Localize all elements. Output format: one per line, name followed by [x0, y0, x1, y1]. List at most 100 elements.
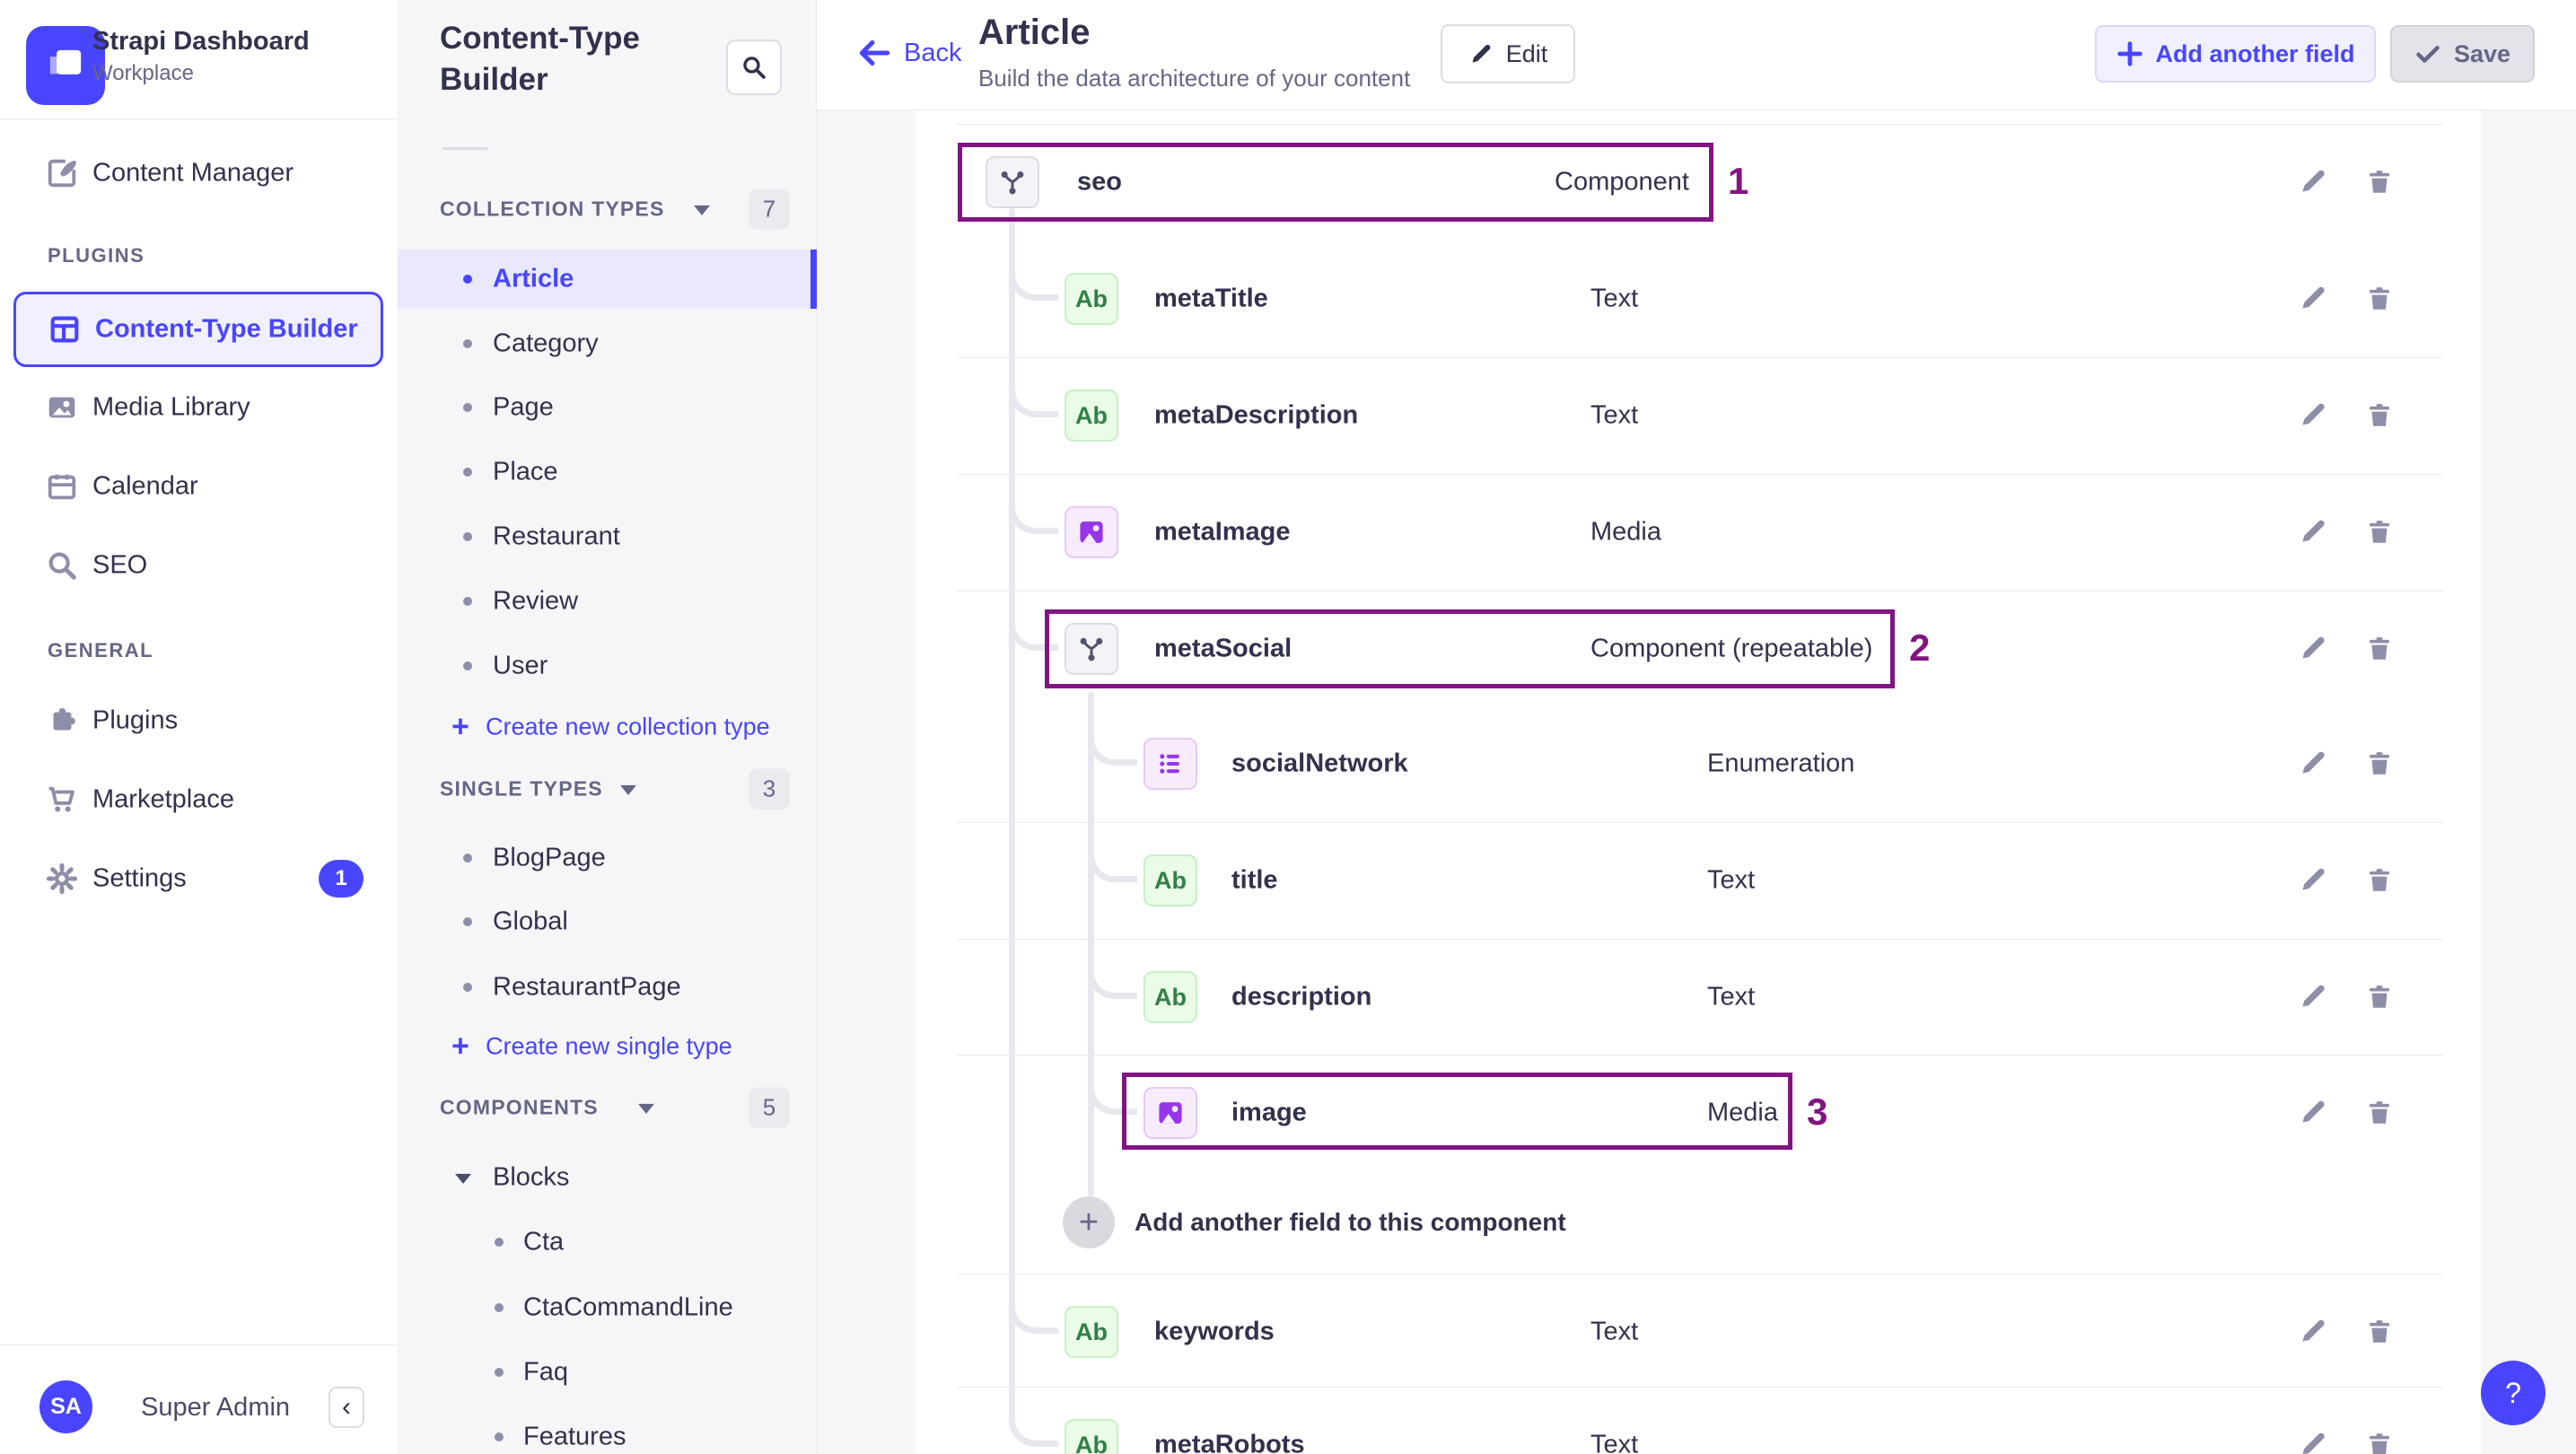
- divider: [442, 147, 487, 150]
- back-link[interactable]: Back: [855, 34, 961, 72]
- edit-field-button[interactable]: [2298, 166, 2330, 198]
- edit-field-button[interactable]: [2298, 399, 2330, 432]
- help-button[interactable]: ?: [2481, 1361, 2545, 1425]
- subnav-item-page[interactable]: Page: [398, 378, 817, 437]
- delete-field-button[interactable]: [2364, 1097, 2396, 1129]
- subnav-item-user[interactable]: User: [398, 636, 817, 696]
- sidebar-item-label: Settings: [92, 863, 187, 893]
- pencil-icon: [2302, 636, 2325, 659]
- delete-field-button[interactable]: [2364, 516, 2396, 548]
- text-field-icon: Ab: [1065, 273, 1118, 325]
- collection-types-header[interactable]: COLLECTION TYPES 7: [398, 180, 817, 239]
- field-name: description: [1231, 982, 1372, 1012]
- edit-field-button[interactable]: [2298, 516, 2330, 548]
- edit-button[interactable]: Edit: [1441, 24, 1575, 83]
- bullet-icon: [495, 1432, 504, 1441]
- sidebar-item-plugins[interactable]: Plugins: [0, 688, 398, 753]
- edit-field-button[interactable]: [2298, 283, 2330, 315]
- pencil-icon: [2302, 751, 2325, 774]
- user-name: Super Admin: [141, 1393, 291, 1422]
- bullet-icon: [463, 532, 472, 541]
- delete-field-button[interactable]: [2364, 399, 2396, 432]
- trash-icon: [2369, 869, 2390, 891]
- layout-grid-icon: [48, 312, 82, 346]
- trash-icon: [2369, 1101, 2390, 1124]
- delete-field-button[interactable]: [2364, 1429, 2396, 1454]
- fields-list-card: seo Component Ab metaTitle Text Ab metaD…: [916, 110, 2481, 1454]
- pencil-icon: [2302, 1100, 2325, 1123]
- field-name: socialNetwork: [1231, 749, 1408, 778]
- field-name: metaDescription: [1154, 400, 1359, 430]
- subnav-item-ctacommandline[interactable]: CtaCommandLine: [398, 1278, 817, 1337]
- field-name: metaTitle: [1154, 284, 1268, 313]
- avatar[interactable]: SA: [39, 1380, 92, 1433]
- sidebar-item-calendar[interactable]: Calendar: [0, 454, 398, 519]
- sidebar-item-content-type-builder[interactable]: Content-Type Builder: [13, 292, 383, 367]
- save-button[interactable]: Save: [2390, 25, 2535, 83]
- edit-field-button[interactable]: [2298, 748, 2330, 780]
- add-field-label[interactable]: Add another field to this component: [1135, 1208, 1566, 1237]
- delete-field-button[interactable]: [2364, 166, 2396, 198]
- subnav-item-cta[interactable]: Cta: [398, 1213, 817, 1272]
- collection-types-count: 7: [749, 188, 790, 230]
- media-field-icon: [1143, 1087, 1197, 1139]
- text-field-icon: Ab: [1065, 1306, 1118, 1358]
- delete-field-button[interactable]: [2364, 633, 2396, 665]
- subnav-item-article[interactable]: Article: [398, 250, 817, 309]
- edit-field-button[interactable]: [2298, 633, 2330, 665]
- pencil-icon: [2302, 1432, 2325, 1454]
- trash-icon: [2369, 287, 2390, 310]
- bullet-icon: [463, 468, 472, 477]
- settings-notification-badge: 1: [319, 860, 364, 898]
- trash-icon: [2369, 171, 2390, 193]
- delete-field-button[interactable]: [2364, 1316, 2396, 1348]
- delete-field-button[interactable]: [2364, 981, 2396, 1013]
- delete-field-button[interactable]: [2364, 748, 2396, 780]
- sidebar-item-marketplace[interactable]: Marketplace: [0, 767, 398, 832]
- field-row-metarobots: Ab metaRobots Text: [916, 1387, 2481, 1454]
- edit-field-button[interactable]: [2298, 1097, 2330, 1129]
- subnav-item-place[interactable]: Place: [398, 442, 817, 502]
- sidebar-item-seo[interactable]: SEO: [0, 533, 398, 598]
- main-sidebar: Strapi Dashboard Workplace Content Manag…: [0, 0, 399, 1454]
- delete-field-button[interactable]: [2364, 864, 2396, 897]
- components-count: 5: [749, 1087, 790, 1128]
- edit-field-button[interactable]: [2298, 864, 2330, 897]
- sidebar-item-content-manager[interactable]: Content Manager: [0, 141, 398, 206]
- field-name: title: [1231, 865, 1278, 895]
- create-single-type-link[interactable]: + Create new single type: [398, 1017, 817, 1076]
- add-another-field-button[interactable]: Add another field: [2095, 25, 2376, 83]
- field-type: Media: [1707, 1098, 1778, 1127]
- field-name: metaImage: [1154, 517, 1291, 547]
- page-header: Back Article Build the data architecture…: [817, 0, 2576, 110]
- bullet-icon: [495, 1238, 504, 1247]
- text-field-icon: Ab: [1065, 1419, 1118, 1454]
- field-row-metatitle: Ab metaTitle Text: [916, 241, 2481, 357]
- subnav-group-blocks[interactable]: Blocks: [398, 1148, 817, 1207]
- subnav-item-review[interactable]: Review: [398, 572, 817, 631]
- collapse-sidebar-button[interactable]: ‹: [329, 1387, 364, 1428]
- subnav-item-blogpage[interactable]: BlogPage: [398, 828, 817, 888]
- subnav-item-restaurant[interactable]: Restaurant: [398, 507, 817, 566]
- calendar-icon: [45, 469, 79, 504]
- search-button[interactable]: [726, 39, 782, 95]
- enumeration-icon: [1143, 738, 1197, 790]
- edit-field-button[interactable]: [2298, 1429, 2330, 1454]
- bullet-icon: [495, 1368, 504, 1377]
- sidebar-item-settings[interactable]: Settings 1: [0, 846, 398, 911]
- app-title: Strapi Dashboard: [92, 27, 310, 56]
- create-collection-type-link[interactable]: + Create new collection type: [398, 697, 817, 757]
- subnav-item-features[interactable]: Features: [398, 1407, 817, 1454]
- subnav-item-category[interactable]: Category: [398, 314, 817, 373]
- edit-field-button[interactable]: [2298, 981, 2330, 1013]
- add-field-to-component-button[interactable]: +: [1063, 1196, 1115, 1248]
- delete-field-button[interactable]: [2364, 283, 2396, 315]
- bullet-icon: [463, 854, 472, 863]
- edit-field-button[interactable]: [2298, 1316, 2330, 1348]
- subnav-item-faq[interactable]: Faq: [398, 1343, 817, 1402]
- single-types-header[interactable]: SINGLE TYPES 3: [398, 759, 817, 819]
- sidebar-item-media-library[interactable]: Media Library: [0, 375, 398, 440]
- subnav-item-global[interactable]: Global: [398, 892, 817, 951]
- components-header[interactable]: COMPONENTS 5: [398, 1078, 817, 1137]
- subnav-item-restaurantpage[interactable]: RestaurantPage: [398, 958, 817, 1017]
